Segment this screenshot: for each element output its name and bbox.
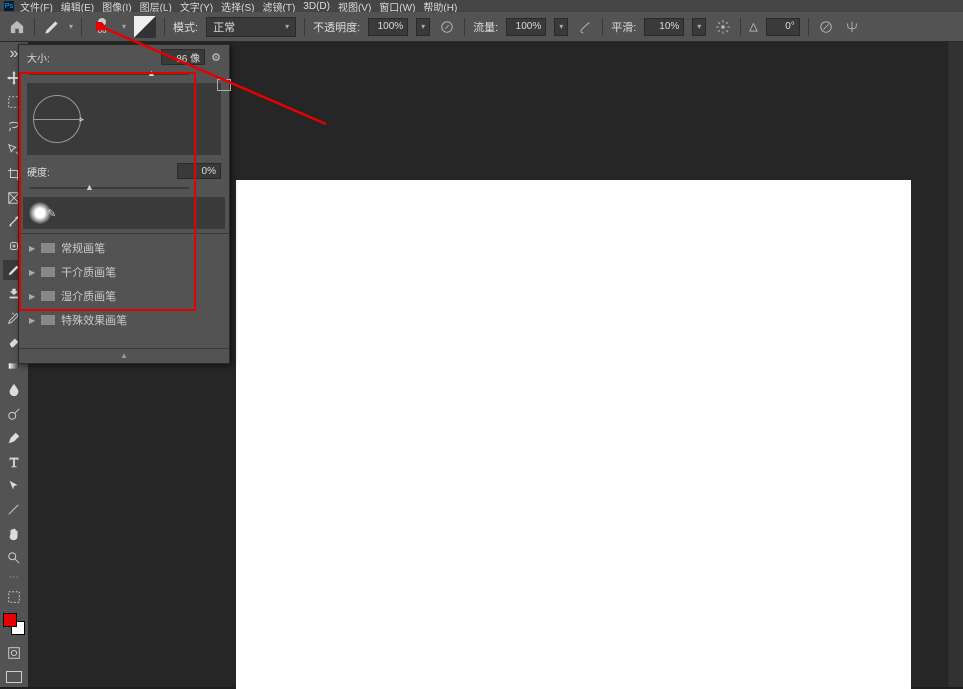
home-icon[interactable] bbox=[8, 18, 26, 36]
folder-icon bbox=[41, 267, 55, 277]
symmetry-icon[interactable] bbox=[843, 18, 861, 36]
brush-folder[interactable]: ▶ 湿介质画笔 bbox=[19, 284, 229, 308]
flow-label: 流量: bbox=[473, 19, 498, 35]
chevron-down-icon: ▾ bbox=[285, 22, 289, 31]
brush-panel-toggle-icon[interactable] bbox=[134, 16, 156, 38]
options-bar: ▾ 86 ▾ 模式: 正常 ▾ 不透明度: 100% ▾ 流量: 100% ▾ … bbox=[0, 12, 963, 42]
brush-folder[interactable]: ▶ 干介质画笔 bbox=[19, 260, 229, 284]
pencil-icon: ✎ bbox=[47, 207, 56, 220]
right-rail[interactable] bbox=[947, 42, 963, 687]
chevron-right-icon: ▶ bbox=[29, 316, 35, 325]
brush-preset-chevron[interactable]: ▾ bbox=[122, 22, 126, 31]
tool-preset-chevron[interactable]: ▾ bbox=[69, 22, 73, 31]
more-tools[interactable]: ⋯ bbox=[9, 572, 19, 583]
tool-zoom[interactable] bbox=[3, 548, 25, 568]
flow-chevron[interactable]: ▾ bbox=[554, 18, 568, 36]
hardness-label: 硬度: bbox=[27, 164, 61, 179]
tool-blur[interactable] bbox=[3, 380, 25, 400]
brush-preset-picker[interactable]: 86 bbox=[90, 18, 114, 35]
folder-label: 常规画笔 bbox=[61, 240, 105, 256]
brush-folder[interactable]: ▶ 特殊效果画笔 bbox=[19, 308, 229, 332]
opacity-chevron[interactable]: ▾ bbox=[416, 18, 430, 36]
separator bbox=[740, 18, 741, 36]
folder-label: 干介质画笔 bbox=[61, 264, 116, 280]
brush-size-display: 86 bbox=[98, 26, 107, 35]
scroll-down-icon[interactable]: ▲ bbox=[19, 351, 229, 363]
edit-toolbar-icon[interactable] bbox=[3, 587, 25, 607]
mode-label: 模式: bbox=[173, 19, 198, 35]
separator bbox=[164, 18, 165, 36]
blend-mode-select[interactable]: 正常 ▾ bbox=[206, 17, 296, 37]
menu-3d[interactable]: 3D(D) bbox=[303, 1, 330, 12]
folder-icon bbox=[41, 315, 55, 325]
flow-input[interactable]: 100% bbox=[506, 18, 546, 36]
foreground-swatch[interactable] bbox=[3, 613, 17, 627]
separator bbox=[81, 18, 82, 36]
tool-hand[interactable] bbox=[3, 524, 25, 544]
chevron-right-icon: ▶ bbox=[29, 244, 35, 253]
hardness-slider[interactable]: ▲ bbox=[19, 183, 229, 193]
size-input[interactable]: 86 像 bbox=[161, 49, 205, 65]
app-icon: Ps bbox=[4, 1, 14, 11]
screenmode-icon[interactable] bbox=[3, 667, 25, 687]
separator bbox=[464, 18, 465, 36]
separator bbox=[34, 18, 35, 36]
tool-preset-icon[interactable] bbox=[43, 18, 61, 36]
folder-icon bbox=[41, 291, 55, 301]
opacity-label: 不透明度: bbox=[313, 19, 360, 35]
size-slider[interactable]: ▲ bbox=[19, 69, 229, 79]
angle-icon: △ bbox=[749, 20, 757, 33]
tool-type[interactable] bbox=[3, 452, 25, 472]
folder-label: 湿介质画笔 bbox=[61, 288, 116, 304]
blend-mode-value: 正常 bbox=[213, 19, 235, 35]
airbrush-icon[interactable] bbox=[576, 18, 594, 36]
separator bbox=[602, 18, 603, 36]
opacity-input[interactable]: 100% bbox=[368, 18, 408, 36]
folder-icon bbox=[41, 243, 55, 253]
tool-dodge[interactable] bbox=[3, 404, 25, 424]
brush-dot-icon bbox=[98, 18, 106, 26]
brush-preview: ✎ bbox=[23, 197, 225, 229]
pressure-opacity-icon[interactable] bbox=[438, 18, 456, 36]
smoothing-chevron[interactable]: ▾ bbox=[692, 18, 706, 36]
smoothing-input[interactable]: 10% bbox=[644, 18, 684, 36]
folder-label: 特殊效果画笔 bbox=[61, 312, 127, 328]
separator bbox=[808, 18, 809, 36]
brush-folder[interactable]: ▶ 常规画笔 bbox=[19, 236, 229, 260]
tool-path-select[interactable] bbox=[3, 476, 25, 496]
chevron-right-icon: ▶ bbox=[29, 292, 35, 301]
quickmask-icon[interactable] bbox=[3, 643, 25, 663]
brush-preset-panel: 大小: 86 像 ⚙ ▲ ▸ 硬度: 0% ▲ ✎ ▶ 常规画笔 ▶ 干介质画笔… bbox=[18, 44, 230, 364]
smoothing-gear-icon[interactable] bbox=[714, 18, 732, 36]
separator bbox=[304, 18, 305, 36]
menu-bar: Ps 文件(F) 编辑(E) 图像(I) 图层(L) 文字(Y) 选择(S) 滤… bbox=[0, 0, 963, 12]
smoothing-label: 平滑: bbox=[611, 19, 636, 35]
tool-pen[interactable] bbox=[3, 428, 25, 448]
tool-shape[interactable] bbox=[3, 500, 25, 520]
angle-input[interactable]: 0° bbox=[766, 18, 800, 36]
chevron-right-icon: ▶ bbox=[29, 268, 35, 277]
pressure-size-icon[interactable] bbox=[817, 18, 835, 36]
panel-gear-icon[interactable]: ⚙ bbox=[211, 51, 221, 64]
angle-control[interactable]: ▸ bbox=[33, 95, 81, 143]
new-preset-icon[interactable] bbox=[217, 79, 231, 91]
canvas[interactable] bbox=[236, 180, 911, 689]
size-label: 大小: bbox=[27, 50, 61, 65]
hardness-input[interactable]: 0% bbox=[177, 163, 221, 179]
color-swatches[interactable] bbox=[3, 613, 25, 635]
